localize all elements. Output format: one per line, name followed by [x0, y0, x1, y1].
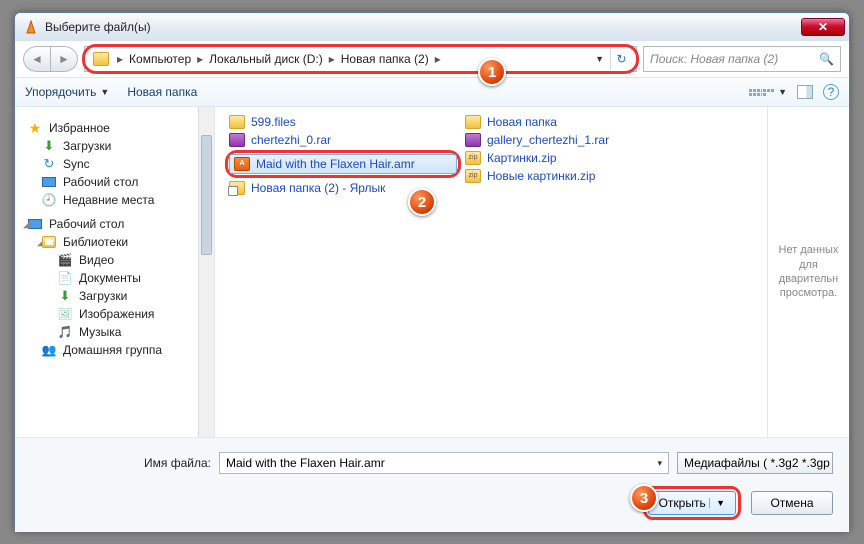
tree-scrollbar[interactable] [198, 107, 214, 437]
refresh-button[interactable]: ↻ [610, 48, 632, 70]
close-button[interactable]: ✕ [801, 18, 845, 36]
tree-downloads[interactable]: ⬇Загрузки [19, 137, 210, 155]
tree-images[interactable]: 🖼Изображения [19, 305, 210, 323]
new-folder-button[interactable]: Новая папка [127, 85, 197, 99]
toolbar: Упорядочить▼ Новая папка ▼ ? [15, 77, 849, 107]
annotation-badge-2: 2 [408, 188, 436, 216]
file-item-selected[interactable]: AMaid with the Flaxen Hair.amr [229, 154, 457, 174]
tree-documents[interactable]: 📄Документы [19, 269, 210, 287]
view-button[interactable]: ▼ [749, 87, 787, 97]
tree-video[interactable]: 🎬Видео [19, 251, 210, 269]
collapse-icon[interactable]: ◢ [23, 219, 31, 230]
back-button[interactable]: ◄ [23, 46, 51, 72]
crumb-folder[interactable]: Новая папка (2) [339, 52, 431, 66]
dialog-footer: Имя файла: Maid with the Flaxen Hair.amr… [15, 437, 849, 532]
file-filter-dropdown[interactable]: Медиафайлы ( *.3g2 *.3gp *.3ç▼ [677, 452, 833, 474]
tree-desktop-root[interactable]: ◢Рабочий стол [19, 215, 210, 233]
view-grid-icon [749, 89, 774, 96]
help-button[interactable]: ? [823, 84, 839, 100]
chevron-down-icon[interactable]: ▾ [657, 458, 662, 469]
filename-input[interactable]: Maid with the Flaxen Hair.amr▾ [219, 452, 669, 474]
file-item[interactable]: zipНовые картинки.zip [461, 167, 697, 185]
download-icon: ⬇ [57, 289, 73, 303]
crumb-drive[interactable]: Локальный диск (D:) [207, 52, 325, 66]
images-icon: 🖼 [57, 307, 73, 321]
tree-recent[interactable]: 🕘Недавние места [19, 191, 210, 209]
file-item[interactable]: chertezhi_0.rar [225, 131, 461, 149]
crumb-computer[interactable]: Компьютер [127, 52, 193, 66]
sync-icon: ↻ [41, 157, 57, 171]
tree-libraries[interactable]: ◢Библиотеки [19, 233, 210, 251]
highlight-2: AMaid with the Flaxen Hair.amr [225, 150, 461, 178]
desktop-icon [42, 177, 56, 187]
file-item[interactable]: gallery_chertezhi_1.rar [461, 131, 697, 149]
folder-icon [229, 115, 245, 129]
annotation-badge-1: 1 [478, 58, 506, 86]
recent-icon: 🕘 [41, 193, 57, 207]
highlight-3: Открыть ▼ [643, 486, 741, 520]
rar-icon [465, 133, 481, 147]
music-icon: 🎵 [57, 325, 73, 339]
tree-favorites[interactable]: ★Избранное [19, 119, 210, 137]
tree-homegroup[interactable]: 👥Домашняя группа [19, 341, 210, 359]
address-bar[interactable]: ▸ Компьютер ▸ Локальный диск (D:) ▸ Нова… [84, 46, 637, 72]
file-item[interactable]: 599.files [225, 113, 461, 131]
annotation-badge-3: 3 [630, 484, 658, 512]
chevron-right-icon[interactable]: ▸ [431, 52, 445, 66]
search-icon: 🔍 [819, 52, 834, 66]
amr-icon: A [234, 157, 250, 171]
search-input[interactable]: Поиск: Новая папка (2) 🔍 [643, 46, 841, 72]
scrollbar-thumb[interactable] [201, 135, 212, 255]
search-placeholder: Поиск: Новая папка (2) [650, 52, 778, 66]
download-icon: ⬇ [41, 139, 57, 153]
tree-sync[interactable]: ↻Sync [19, 155, 210, 173]
chevron-right-icon[interactable]: ▸ [193, 52, 207, 66]
close-icon: ✕ [818, 20, 828, 34]
document-icon: 📄 [57, 271, 73, 285]
window-title: Выберите файл(ы) [45, 20, 801, 34]
star-icon: ★ [27, 121, 43, 135]
chevron-right-icon[interactable]: ▸ [325, 52, 339, 66]
chevron-down-icon: ▼ [778, 87, 787, 97]
file-open-dialog: Выберите файл(ы) ✕ ◄ ► ▸ Компьютер ▸ Лок… [14, 12, 850, 532]
folder-icon [465, 115, 481, 129]
zip-icon: zip [465, 151, 481, 165]
titlebar[interactable]: Выберите файл(ы) ✕ [15, 13, 849, 41]
filename-label: Имя файла: [31, 456, 211, 470]
tree-downloads2[interactable]: ⬇Загрузки [19, 287, 210, 305]
zip-icon: zip [465, 169, 481, 183]
shortcut-icon [229, 181, 245, 195]
tree-desktop[interactable]: Рабочий стол [19, 173, 210, 191]
chevron-down-icon: ▼ [100, 87, 109, 97]
homegroup-icon: 👥 [41, 343, 57, 357]
vlc-icon [23, 19, 39, 35]
rar-icon [229, 133, 245, 147]
chevron-right-icon[interactable]: ▸ [113, 52, 127, 66]
preview-pane: Нет данных для дварительн просмотра. [767, 107, 849, 437]
video-icon: 🎬 [57, 253, 73, 267]
file-list[interactable]: 599.files chertezhi_0.rar AMaid with the… [215, 107, 767, 437]
dialog-body: ★Избранное ⬇Загрузки ↻Sync Рабочий стол … [15, 107, 849, 437]
forward-button[interactable]: ► [50, 46, 78, 72]
cancel-button[interactable]: Отмена [751, 491, 833, 515]
split-dropdown-icon[interactable]: ▼ [709, 498, 725, 508]
open-button[interactable]: Открыть ▼ [648, 491, 736, 515]
organize-button[interactable]: Упорядочить▼ [25, 85, 109, 99]
file-item[interactable]: Новая папка [461, 113, 697, 131]
tree-music[interactable]: 🎵Музыка [19, 323, 210, 341]
file-item[interactable]: zipКартинки.zip [461, 149, 697, 167]
folder-icon [93, 52, 109, 66]
dropdown-icon[interactable]: ▼ [595, 54, 604, 64]
nav-tree[interactable]: ★Избранное ⬇Загрузки ↻Sync Рабочий стол … [15, 107, 215, 437]
preview-toggle-button[interactable] [797, 85, 813, 99]
libraries-icon [42, 236, 56, 248]
nav-row: ◄ ► ▸ Компьютер ▸ Локальный диск (D:) ▸ … [15, 41, 849, 77]
